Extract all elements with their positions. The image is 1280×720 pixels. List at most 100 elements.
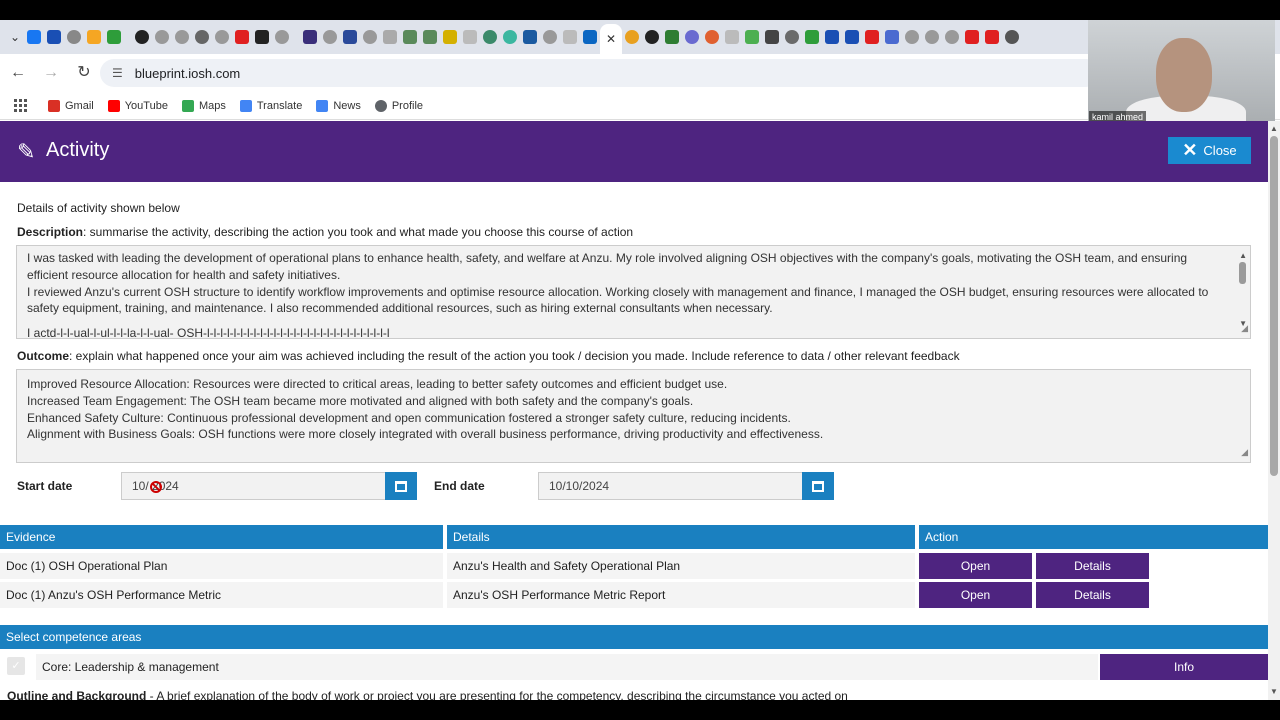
site-info-icon[interactable]: ☰ xyxy=(112,66,123,80)
tab-search-chevron-icon[interactable]: ⌄ xyxy=(6,30,24,44)
tab-icon[interactable] xyxy=(215,30,229,44)
tab-icon[interactable] xyxy=(87,30,101,44)
profile-icon xyxy=(374,99,387,112)
webcam-person-head xyxy=(1156,38,1212,112)
youtube-tab-icon[interactable] xyxy=(235,30,249,44)
tab-icon[interactable] xyxy=(463,30,477,44)
facebook-tab-icon[interactable] xyxy=(27,30,41,44)
linkedin-tab-icon[interactable] xyxy=(583,30,597,44)
reload-icon[interactable]: ↻ xyxy=(69,58,99,88)
textarea-scroll-thumb[interactable] xyxy=(1239,262,1246,284)
forward-arrow-icon[interactable]: → xyxy=(36,58,66,88)
bookmark-gmail[interactable]: Gmail xyxy=(48,99,94,112)
tab-icon[interactable] xyxy=(175,30,189,44)
tab-icon[interactable] xyxy=(343,30,357,44)
bookmark-translate[interactable]: Translate xyxy=(239,99,302,112)
tab-icon[interactable] xyxy=(1005,30,1020,44)
tab-icon[interactable] xyxy=(363,30,377,44)
tab-icon[interactable] xyxy=(905,30,920,44)
address-bar[interactable]: ☰ blueprint.iosh.com xyxy=(100,59,1100,87)
mail-tab-icon[interactable] xyxy=(47,30,61,44)
tab-icon[interactable] xyxy=(403,30,417,44)
youtube-tab-icon[interactable] xyxy=(865,30,880,44)
bookmark-youtube[interactable]: YouTube xyxy=(107,99,168,112)
tab-icon[interactable] xyxy=(503,30,517,44)
tab-icon[interactable] xyxy=(135,30,149,44)
tab-icon[interactable] xyxy=(523,30,537,44)
scroll-down-arrow-icon[interactable]: ▼ xyxy=(1270,687,1278,696)
active-tab[interactable]: ✕ xyxy=(600,24,623,54)
description-textarea[interactable]: I was tasked with leading the developmen… xyxy=(16,245,1251,339)
tab-icon[interactable] xyxy=(155,30,169,44)
modal-header: ✎ Activity ✕ Close xyxy=(0,121,1268,182)
resize-grip-icon[interactable]: ◢ xyxy=(1241,320,1248,337)
bookmark-maps[interactable]: Maps xyxy=(181,99,226,112)
outcome-label: Outcome xyxy=(17,349,70,363)
tab-icon[interactable] xyxy=(725,30,740,44)
tab-icon[interactable] xyxy=(625,30,640,44)
tab-icon[interactable] xyxy=(685,30,700,44)
tab-icon[interactable] xyxy=(785,30,800,44)
webcam-overlay: kamil ahmed xyxy=(1088,20,1275,125)
evidence-cell: Doc (1) OSH Operational Plan xyxy=(0,553,443,579)
tab-icon[interactable] xyxy=(805,30,820,44)
tab-icon[interactable] xyxy=(67,30,81,44)
details-button[interactable]: Details xyxy=(1036,553,1149,579)
apps-grid-icon[interactable] xyxy=(14,98,28,113)
close-button[interactable]: ✕ Close xyxy=(1168,137,1251,164)
back-arrow-icon[interactable]: ← xyxy=(3,58,33,88)
tab-icon[interactable] xyxy=(483,30,497,44)
tab-icon[interactable] xyxy=(543,30,557,44)
info-button[interactable]: Info xyxy=(1100,654,1268,680)
tab-icon[interactable] xyxy=(195,30,209,44)
tab-icon[interactable] xyxy=(645,30,660,44)
tab-icon[interactable] xyxy=(945,30,960,44)
news-icon xyxy=(316,99,329,112)
competence-checkbox[interactable]: ✓ xyxy=(7,657,25,675)
youtube-tab-icon[interactable] xyxy=(965,30,980,44)
details-button[interactable]: Details xyxy=(1036,582,1149,608)
tab-icon[interactable] xyxy=(765,30,780,44)
evidence-column-header: Evidence xyxy=(0,525,443,549)
top-letterbox xyxy=(0,0,1280,20)
outcome-textarea[interactable]: Improved Resource Allocation: Resources … xyxy=(16,369,1251,463)
youtube-icon xyxy=(107,99,120,112)
tab-icon[interactable] xyxy=(825,30,840,44)
tab-icon[interactable] xyxy=(563,30,577,44)
gmail-icon xyxy=(48,99,60,112)
details-cell: Anzu's Health and Safety Operational Pla… xyxy=(447,553,915,579)
tab-icon[interactable] xyxy=(323,30,337,44)
tab-icon[interactable] xyxy=(383,30,397,44)
open-button[interactable]: Open xyxy=(919,582,1032,608)
tab-icon[interactable] xyxy=(705,30,720,44)
tab-icon[interactable] xyxy=(255,30,269,44)
tab-close-icon[interactable]: ✕ xyxy=(606,32,616,46)
bookmark-profile[interactable]: Profile xyxy=(374,99,423,112)
description-hint: : summarise the activity, describing the… xyxy=(83,225,634,239)
tab-icon[interactable] xyxy=(303,30,317,44)
tab-icon[interactable] xyxy=(443,30,457,44)
bookmark-news[interactable]: News xyxy=(316,99,361,112)
tab-icon[interactable] xyxy=(665,30,680,44)
tab-icon[interactable] xyxy=(845,30,860,44)
tab-icon[interactable] xyxy=(423,30,437,44)
tab-icon[interactable] xyxy=(885,30,900,44)
tab-icon[interactable] xyxy=(275,30,289,44)
scroll-up-arrow-icon[interactable]: ▲ xyxy=(1270,124,1278,133)
competence-item-label: Core: Leadership & management xyxy=(36,654,1098,680)
book-tab-icon[interactable] xyxy=(107,30,121,44)
start-date-calendar-button[interactable] xyxy=(385,472,417,500)
resize-grip-icon[interactable]: ◢ xyxy=(1241,444,1248,461)
page-scrollbar[interactable]: ▲ ▼ xyxy=(1268,121,1280,700)
youtube-tab-icon[interactable] xyxy=(985,30,1000,44)
bottom-letterbox xyxy=(0,700,1280,720)
page-scroll-thumb[interactable] xyxy=(1270,136,1278,476)
evidence-cell: Doc (1) Anzu's OSH Performance Metric xyxy=(0,582,443,608)
tab-icon[interactable] xyxy=(925,30,940,44)
end-date-calendar-button[interactable] xyxy=(802,472,834,500)
outline-heading: Outline and Background - A brief explana… xyxy=(7,689,848,700)
outline-hint: - A brief explanation of the body of wor… xyxy=(146,689,848,700)
tab-icon[interactable] xyxy=(745,30,760,44)
end-date-input[interactable]: 10/10/2024 xyxy=(538,472,803,500)
open-button[interactable]: Open xyxy=(919,553,1032,579)
